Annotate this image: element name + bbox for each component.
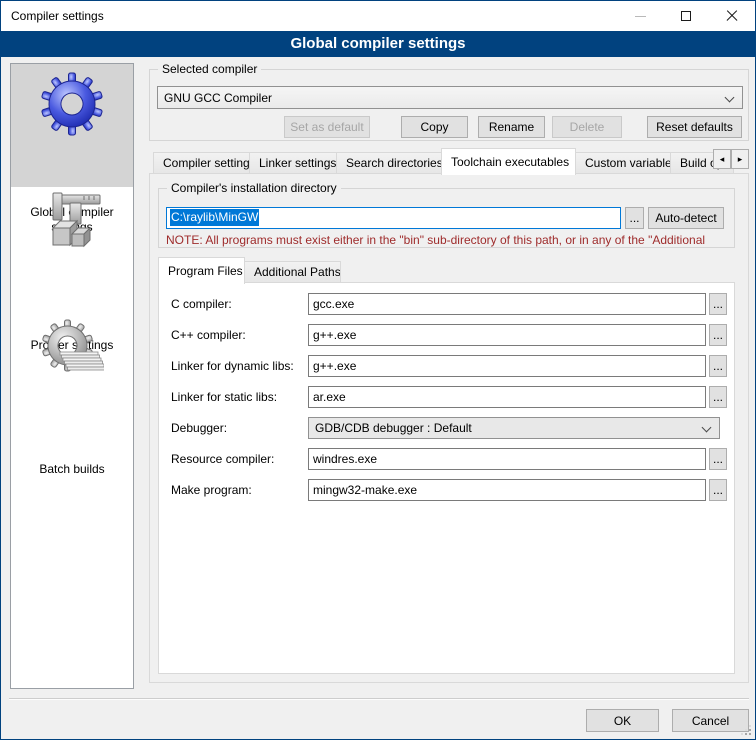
tab-linker-settings[interactable]: Linker settings bbox=[249, 152, 337, 174]
compiler-settings-dialog: Compiler settings Global compiler settin… bbox=[0, 0, 756, 740]
field-label: C compiler: bbox=[171, 297, 232, 311]
blue-gear-icon[interactable] bbox=[40, 72, 104, 136]
set-as-default-button[interactable]: Set as default bbox=[284, 116, 370, 138]
settings-category-list: Global compiler settings Profiler settin… bbox=[10, 63, 134, 689]
debugger-select[interactable]: GDB/CDB debugger : Default bbox=[308, 417, 720, 439]
installation-directory-input[interactable]: C:\raylib\MinGW bbox=[166, 207, 621, 229]
note-text: NOTE: All programs must exist either in … bbox=[166, 233, 729, 247]
linker-dynamic-input[interactable] bbox=[308, 355, 706, 377]
window-title: Compiler settings bbox=[11, 9, 104, 23]
title-bar[interactable]: Compiler settings bbox=[1, 1, 755, 31]
make-program-input[interactable] bbox=[308, 479, 706, 501]
compiler-select-value: GNU GCC Compiler bbox=[164, 91, 272, 105]
cpp-compiler-input[interactable] bbox=[308, 324, 706, 346]
field-label: Linker for dynamic libs: bbox=[171, 359, 294, 373]
field-label: Make program: bbox=[171, 483, 252, 497]
field-label: Linker for static libs: bbox=[171, 390, 277, 404]
ok-button[interactable]: OK bbox=[586, 709, 659, 732]
maximize-button[interactable] bbox=[663, 1, 709, 31]
browse-directory-button[interactable]: ... bbox=[625, 207, 644, 229]
tab-toolchain-executables[interactable]: Toolchain executables bbox=[441, 148, 576, 175]
rename-button[interactable]: Rename bbox=[478, 116, 545, 138]
page-title: Global compiler settings bbox=[1, 31, 755, 57]
installation-directory-group: Compiler's installation directory C:\ray… bbox=[158, 188, 735, 248]
tab-additional-paths[interactable]: Additional Paths bbox=[244, 261, 341, 283]
settings-tabbar: Compiler settings Linker settings Search… bbox=[149, 147, 749, 174]
toolchain-executables-page: Compiler's installation directory C:\ray… bbox=[149, 173, 749, 683]
minimize-button[interactable] bbox=[617, 1, 663, 31]
close-icon bbox=[725, 9, 739, 23]
caliper-icon[interactable] bbox=[40, 190, 104, 254]
selected-text: C:\raylib\MinGW bbox=[170, 209, 259, 226]
arrow-left-icon: ◂ bbox=[720, 154, 725, 165]
delete-button[interactable]: Delete bbox=[552, 116, 622, 138]
arrow-right-icon: ▸ bbox=[738, 154, 743, 165]
field-label: Debugger: bbox=[171, 421, 227, 435]
cancel-button[interactable]: Cancel bbox=[672, 709, 749, 732]
compiler-select[interactable]: GNU GCC Compiler bbox=[157, 86, 743, 109]
tab-compiler-settings[interactable]: Compiler settings bbox=[153, 152, 250, 174]
group-legend: Selected compiler bbox=[158, 62, 261, 76]
browse-resource-compiler-button[interactable]: ... bbox=[709, 448, 727, 470]
browse-c-compiler-button[interactable]: ... bbox=[709, 293, 727, 315]
browse-linker-dynamic-button[interactable]: ... bbox=[709, 355, 727, 377]
programs-tabbar: Program Files Additional Paths bbox=[158, 260, 558, 283]
close-button[interactable] bbox=[709, 1, 755, 31]
footer-divider bbox=[9, 698, 749, 700]
maximize-icon bbox=[681, 11, 691, 21]
c-compiler-input[interactable] bbox=[308, 293, 706, 315]
field-label: C++ compiler: bbox=[171, 328, 246, 342]
sidebar-item-label[interactable]: Batch builds bbox=[15, 462, 129, 477]
reset-defaults-button[interactable]: Reset defaults bbox=[647, 116, 742, 138]
minimize-icon bbox=[635, 16, 646, 17]
tab-program-files[interactable]: Program Files bbox=[158, 257, 245, 284]
gear-stack-icon[interactable] bbox=[40, 318, 104, 382]
linker-static-input[interactable] bbox=[308, 386, 706, 408]
browse-cpp-compiler-button[interactable]: ... bbox=[709, 324, 727, 346]
auto-detect-button[interactable]: Auto-detect bbox=[648, 207, 724, 229]
selected-compiler-group: Selected compiler GNU GCC Compiler Set a… bbox=[149, 69, 749, 141]
resource-compiler-input[interactable] bbox=[308, 448, 706, 470]
tab-scroll-right-button[interactable]: ▸ bbox=[731, 149, 749, 169]
program-files-page: C compiler: ... C++ compiler: ... Linker… bbox=[158, 282, 735, 674]
debugger-select-value: GDB/CDB debugger : Default bbox=[315, 421, 472, 435]
field-label: Resource compiler: bbox=[171, 452, 274, 466]
browse-make-program-button[interactable]: ... bbox=[709, 479, 727, 501]
chevron-down-icon bbox=[725, 93, 735, 103]
tab-scroll-left-button[interactable]: ◂ bbox=[713, 149, 731, 169]
group-legend: Compiler's installation directory bbox=[167, 181, 341, 195]
resize-grip[interactable] bbox=[749, 733, 751, 735]
copy-button[interactable]: Copy bbox=[401, 116, 468, 138]
browse-linker-static-button[interactable]: ... bbox=[709, 386, 727, 408]
chevron-down-icon bbox=[702, 423, 712, 433]
tab-search-directories[interactable]: Search directories bbox=[336, 152, 442, 174]
tab-custom-variables[interactable]: Custom variables bbox=[575, 152, 671, 174]
